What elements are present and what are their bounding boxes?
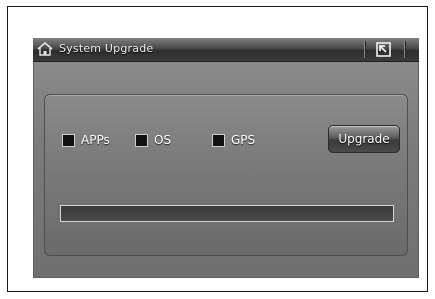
title-separator [404,41,405,58]
upgrade-panel: APPs OS GPS Upgrade [44,94,408,256]
title-bar: System Upgrade [33,38,419,62]
os-checkbox[interactable] [135,133,148,147]
os-label: OS [154,133,172,147]
screenshot-frame: System Upgrade APPs OS GPS Upgrade [7,6,428,292]
back-arrow-icon[interactable] [375,41,393,58]
upgrade-button[interactable]: Upgrade [328,125,400,153]
option-gps[interactable]: GPS [212,132,255,148]
gps-label: GPS [231,133,256,147]
option-apps[interactable]: APPs [62,132,110,148]
apps-label: APPs [81,133,110,147]
option-os[interactable]: OS [135,132,171,148]
title-separator [364,41,365,58]
apps-checkbox[interactable] [62,133,75,147]
upgrade-progress-bar [60,205,394,222]
gps-checkbox[interactable] [212,133,225,147]
device-screen: System Upgrade APPs OS GPS Upgrade [33,38,419,278]
page-title: System Upgrade [59,42,154,55]
home-icon[interactable] [36,41,54,57]
